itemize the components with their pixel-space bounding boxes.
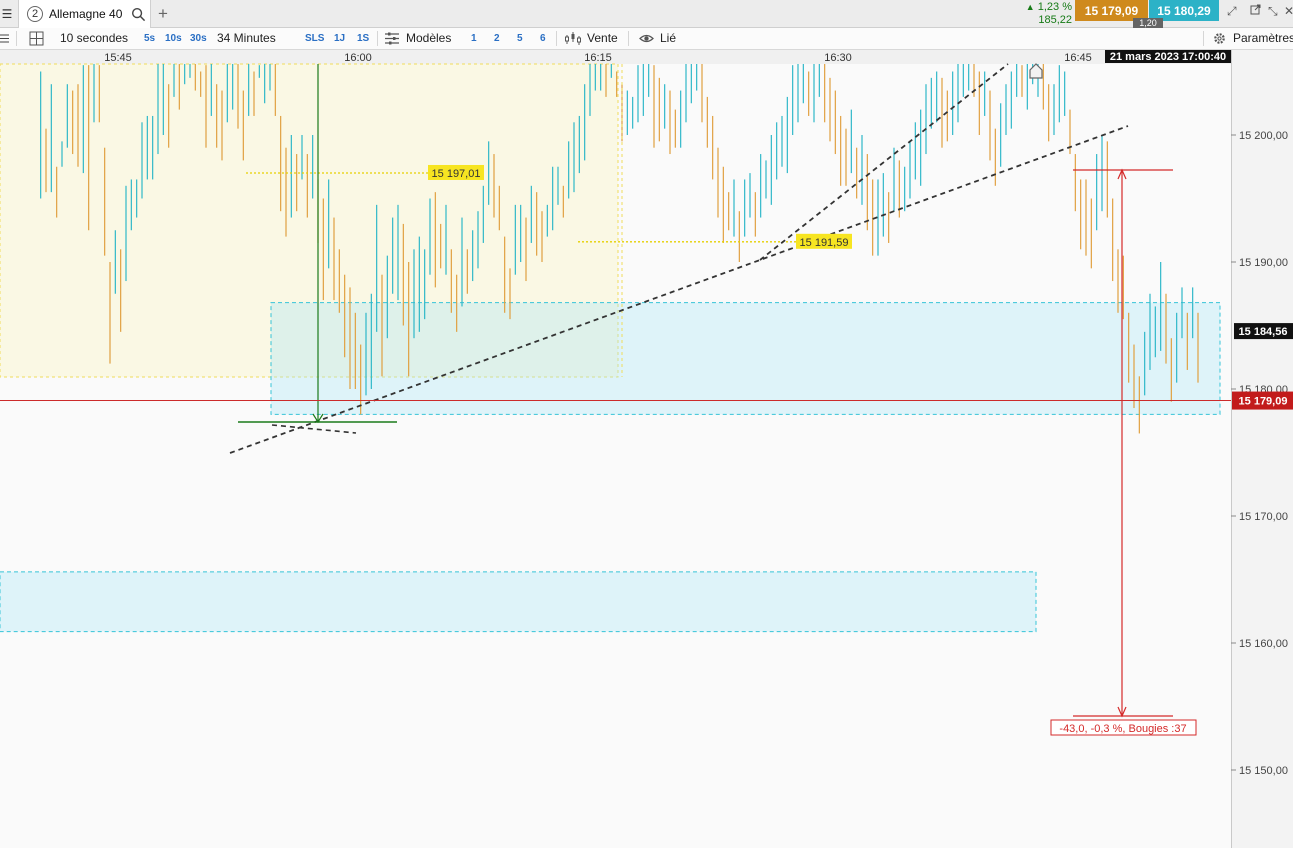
change-absolute: 185,22 <box>1038 14 1072 26</box>
templates-button[interactable]: Modèles <box>406 28 451 49</box>
time-tick-label: 16:45 <box>1064 52 1092 64</box>
date-label: 21 mars 2023 17:00:40 <box>1110 51 1226 63</box>
change-percent: 1,23 % <box>1037 1 1072 13</box>
list-icon[interactable] <box>0 28 10 49</box>
price-tick-label: 15 190,00 <box>1239 257 1288 269</box>
toolbar-separator <box>377 31 378 46</box>
settings-button[interactable]: Paramètres <box>1233 28 1293 49</box>
search-icon[interactable] <box>131 7 146 22</box>
price-tick-label: 15 150,00 <box>1239 765 1288 777</box>
daily-change: ▲ 1,23 % 185,22 <box>1012 0 1072 28</box>
tab-bar: ☰ 2 Allemagne 40 + ▲ 1,23 % 185,22 15 17… <box>0 0 1293 28</box>
last-price-label: 15 179,09 <box>1239 396 1288 408</box>
close-icon[interactable]: ✕ <box>1284 4 1293 18</box>
interval-selector[interactable]: 10 secondes <box>60 28 128 49</box>
time-tick-label: 16:00 <box>344 52 372 64</box>
measure-result-label: -43,0, -0,3 %, Bougies :37 <box>1059 723 1186 735</box>
time-tick-label: 15:45 <box>104 52 132 64</box>
instrument-tab[interactable]: 2 Allemagne 40 <box>18 0 151 28</box>
crosshair-price-label: 15 184,56 <box>1239 326 1288 338</box>
range-1s-button[interactable]: 1S <box>357 28 369 49</box>
price-chart[interactable]: 15:45 16:00 16:15 16:30 16:45 21 mars 2023 17… <box>0 50 1293 848</box>
duration-selector[interactable]: 34 Minutes <box>217 28 276 49</box>
preset-2-button[interactable]: 2 <box>494 28 500 49</box>
time-axis <box>0 50 1231 64</box>
expand-icon[interactable]: ⤡ <box>1268 4 1278 19</box>
chart-toolbar: 10 secondes 5s 10s 30s 34 Minutes SLS 1J… <box>0 28 1293 50</box>
interval-5s-button[interactable]: 5s <box>144 28 155 49</box>
tab-number-badge: 2 <box>27 6 43 22</box>
time-tick-label: 16:15 <box>584 52 612 64</box>
sell-mode-button[interactable]: Vente <box>587 28 618 49</box>
support-zone <box>270 302 1221 415</box>
range-1j-button[interactable]: 1J <box>334 28 345 49</box>
time-tick-label: 16:30 <box>824 52 852 64</box>
templates-icon[interactable] <box>384 28 400 49</box>
interval-30s-button[interactable]: 30s <box>190 28 207 49</box>
sls-button[interactable]: SLS <box>305 28 324 49</box>
add-tab-button[interactable]: + <box>158 4 168 24</box>
toolbar-separator <box>628 31 629 46</box>
price-tick-label: 15 160,00 <box>1239 638 1288 650</box>
support-zone <box>0 571 1037 633</box>
linked-button[interactable]: Lié <box>660 28 676 49</box>
eye-icon[interactable] <box>639 28 654 49</box>
preset-1-button[interactable]: 1 <box>471 28 477 49</box>
toolbar-separator <box>16 31 17 46</box>
level-label: 15 191,59 <box>800 237 849 249</box>
interval-10s-button[interactable]: 10s <box>165 28 182 49</box>
preset-5-button[interactable]: 5 <box>517 28 523 49</box>
chart-canvas[interactable]: 15:45 16:00 16:15 16:30 16:45 21 mars 2023 17… <box>0 50 1293 848</box>
external-window-icon[interactable] <box>1250 4 1261 18</box>
candlestick-icon[interactable] <box>564 28 582 49</box>
gear-icon[interactable] <box>1212 28 1227 49</box>
level-label: 15 197,01 <box>432 168 481 180</box>
hamburger-menu-icon[interactable]: ☰ <box>0 0 14 28</box>
preset-6-button[interactable]: 6 <box>540 28 546 49</box>
instrument-tab-title: Allemagne 40 <box>49 7 123 21</box>
price-tick-label: 15 200,00 <box>1239 130 1288 142</box>
toolbar-separator <box>556 31 557 46</box>
price-tick-label: 15 170,00 <box>1239 511 1288 523</box>
detach-window-icon[interactable]: ⤢ <box>1227 4 1237 19</box>
layout-grid-icon[interactable] <box>29 28 44 49</box>
toolbar-separator <box>1203 31 1204 46</box>
spread-badge: 1,20 <box>1133 18 1163 28</box>
up-arrow-icon: ▲ <box>1025 2 1035 12</box>
